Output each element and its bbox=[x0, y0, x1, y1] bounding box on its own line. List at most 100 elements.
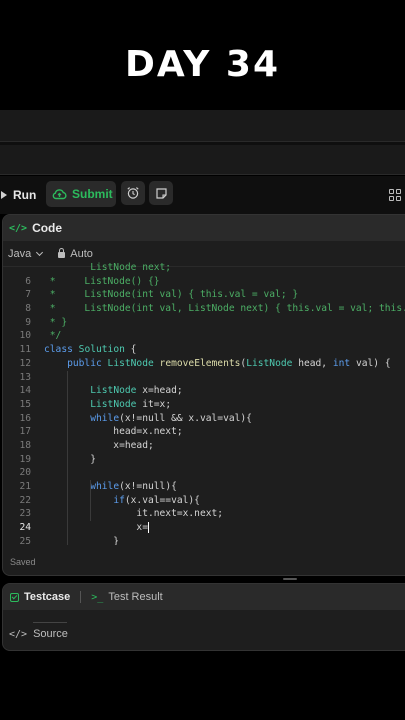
code-line[interactable]: 11 class Solution { bbox=[3, 343, 405, 357]
video-banner: DAY 34 bbox=[0, 0, 405, 110]
code-line[interactable]: 17 head=x.next; bbox=[3, 425, 405, 439]
code-line[interactable]: 9 * } bbox=[3, 316, 405, 330]
code-line[interactable]: 15 ListNode it=x; bbox=[3, 398, 405, 412]
code-text: head=x.next; bbox=[44, 426, 183, 438]
line-number: 25 bbox=[19, 535, 31, 545]
nav-bar bbox=[0, 145, 405, 175]
code-text: * } bbox=[44, 316, 68, 328]
code-line[interactable]: 8 * ListNode(int val, ListNode next) { t… bbox=[3, 302, 405, 316]
code-line[interactable]: 24 x= bbox=[3, 521, 405, 535]
line-number: 18 bbox=[19, 439, 31, 451]
code-text: while(x!=null && x.val=val){ bbox=[90, 412, 252, 424]
line-number: 15 bbox=[19, 398, 31, 410]
line-number: 17 bbox=[19, 426, 31, 438]
code-line[interactable]: 16 while(x!=null && x.val=val){ bbox=[3, 412, 405, 426]
line-number: 16 bbox=[19, 412, 31, 424]
text-cursor bbox=[147, 521, 149, 533]
tab-test-result[interactable]: >_ Test Result bbox=[91, 591, 162, 603]
browser-bar bbox=[0, 110, 405, 142]
code-text: ListNode next; bbox=[44, 262, 172, 273]
note-icon bbox=[155, 187, 167, 199]
line-number: 6 bbox=[25, 275, 31, 287]
timer-button[interactable] bbox=[121, 181, 145, 205]
line-number: 21 bbox=[19, 481, 31, 492]
code-line[interactable]: 12 public ListNode removeElements(ListNo… bbox=[3, 357, 405, 371]
code-tab-label[interactable]: Code bbox=[32, 221, 62, 235]
auto-mode[interactable]: Auto bbox=[58, 248, 93, 260]
code-text: } bbox=[44, 453, 96, 465]
code-line[interactable]: 7 * ListNode(int val) { this.val = val; … bbox=[3, 288, 405, 302]
line-number: 23 bbox=[19, 508, 31, 520]
code-line[interactable]: 18 x=head; bbox=[3, 439, 405, 453]
tab-testcase[interactable]: Testcase bbox=[10, 591, 70, 603]
code-line[interactable]: 23 it.next=x.next; bbox=[3, 507, 405, 521]
code-icon: </> bbox=[9, 628, 28, 640]
chevron-down-icon bbox=[36, 248, 44, 256]
test-result-label: Test Result bbox=[108, 591, 163, 603]
code-editor-panel: </> Code Java Auto ListNode next; 6 * Lis… bbox=[2, 214, 405, 576]
code-line[interactable]: 6 * ListNode() {} bbox=[3, 275, 405, 289]
language-label: Java bbox=[8, 247, 32, 260]
code-line[interactable]: 22 if(x.val==val){ bbox=[3, 494, 405, 508]
notes-button[interactable] bbox=[149, 181, 173, 205]
submit-button[interactable]: Submit bbox=[46, 181, 116, 207]
run-label: Run bbox=[13, 188, 37, 202]
code-text: } bbox=[44, 535, 120, 545]
line-number: 8 bbox=[25, 303, 31, 315]
code-panel-header: </> Code bbox=[3, 215, 405, 241]
cloud-upload-icon bbox=[52, 189, 67, 200]
line-number: 13 bbox=[19, 371, 31, 383]
submit-label: Submit bbox=[72, 187, 113, 201]
run-button[interactable]: Run bbox=[0, 182, 44, 208]
line-number: 24 bbox=[19, 522, 31, 534]
code-line[interactable]: 21 while(x!=null){ bbox=[3, 480, 405, 494]
code-line[interactable]: 10 */ bbox=[3, 329, 405, 343]
console-panel: Testcase >_ Test Result </> Source bbox=[2, 583, 405, 651]
testcase-label: Testcase bbox=[24, 591, 71, 603]
code-line[interactable]: 25 } bbox=[3, 535, 405, 545]
line-number: 19 bbox=[19, 453, 31, 465]
code-text: while(x!=null){ bbox=[90, 481, 177, 492]
line-number: 12 bbox=[19, 357, 31, 369]
layout-grid-icon[interactable] bbox=[389, 189, 401, 201]
code-text: class Solution { bbox=[44, 344, 137, 356]
code-text: x=head; bbox=[44, 439, 154, 451]
line-number: 7 bbox=[25, 289, 31, 301]
code-area[interactable]: ListNode next; 6 * ListNode() {} 7 * ListN… bbox=[3, 261, 405, 545]
line-number: 11 bbox=[19, 344, 31, 356]
lock-icon bbox=[58, 248, 66, 258]
line-number: 10 bbox=[19, 330, 31, 342]
save-status: Saved bbox=[10, 557, 36, 567]
code-line[interactable]: 19 } bbox=[3, 453, 405, 467]
code-text: * ListNode(int val) { this.val = val; } bbox=[44, 289, 299, 301]
code-text: ListNode x=head; bbox=[90, 385, 183, 397]
code-text: it.next=x.next; bbox=[44, 508, 224, 520]
code-line[interactable]: 13 bbox=[3, 371, 405, 385]
auto-label: Auto bbox=[70, 247, 93, 260]
code-text: * ListNode(int val, ListNode next) { thi… bbox=[49, 303, 405, 315]
code-text: */ bbox=[44, 330, 62, 342]
code-text: public ListNode removeElements(ListNode … bbox=[67, 357, 391, 369]
alarm-clock-icon bbox=[127, 187, 139, 199]
code-text: x= bbox=[44, 521, 149, 534]
code-line[interactable]: ListNode next; bbox=[3, 261, 405, 275]
line-number: 14 bbox=[19, 385, 31, 397]
source-label: Source bbox=[33, 628, 68, 640]
line-number: 20 bbox=[19, 467, 31, 479]
code-text: ListNode it=x; bbox=[90, 398, 172, 410]
console-tabs: Testcase >_ Test Result bbox=[3, 584, 405, 610]
play-icon bbox=[1, 191, 7, 199]
source-link[interactable]: </> Source bbox=[9, 628, 68, 640]
line-number: 22 bbox=[19, 494, 31, 506]
code-line[interactable]: 20 bbox=[3, 466, 405, 480]
editor-toolbar: Run Submit bbox=[0, 176, 405, 214]
day-title: DAY 34 bbox=[125, 44, 280, 85]
code-text: * ListNode() {} bbox=[44, 275, 160, 287]
checkbox-icon bbox=[10, 592, 19, 602]
line-number: 9 bbox=[25, 316, 31, 328]
panel-resize-handle[interactable] bbox=[283, 578, 297, 580]
code-icon: </> bbox=[9, 222, 28, 234]
terminal-icon: >_ bbox=[91, 591, 104, 603]
code-line[interactable]: 14 ListNode x=head; bbox=[3, 384, 405, 398]
language-select[interactable]: Java bbox=[8, 247, 44, 260]
